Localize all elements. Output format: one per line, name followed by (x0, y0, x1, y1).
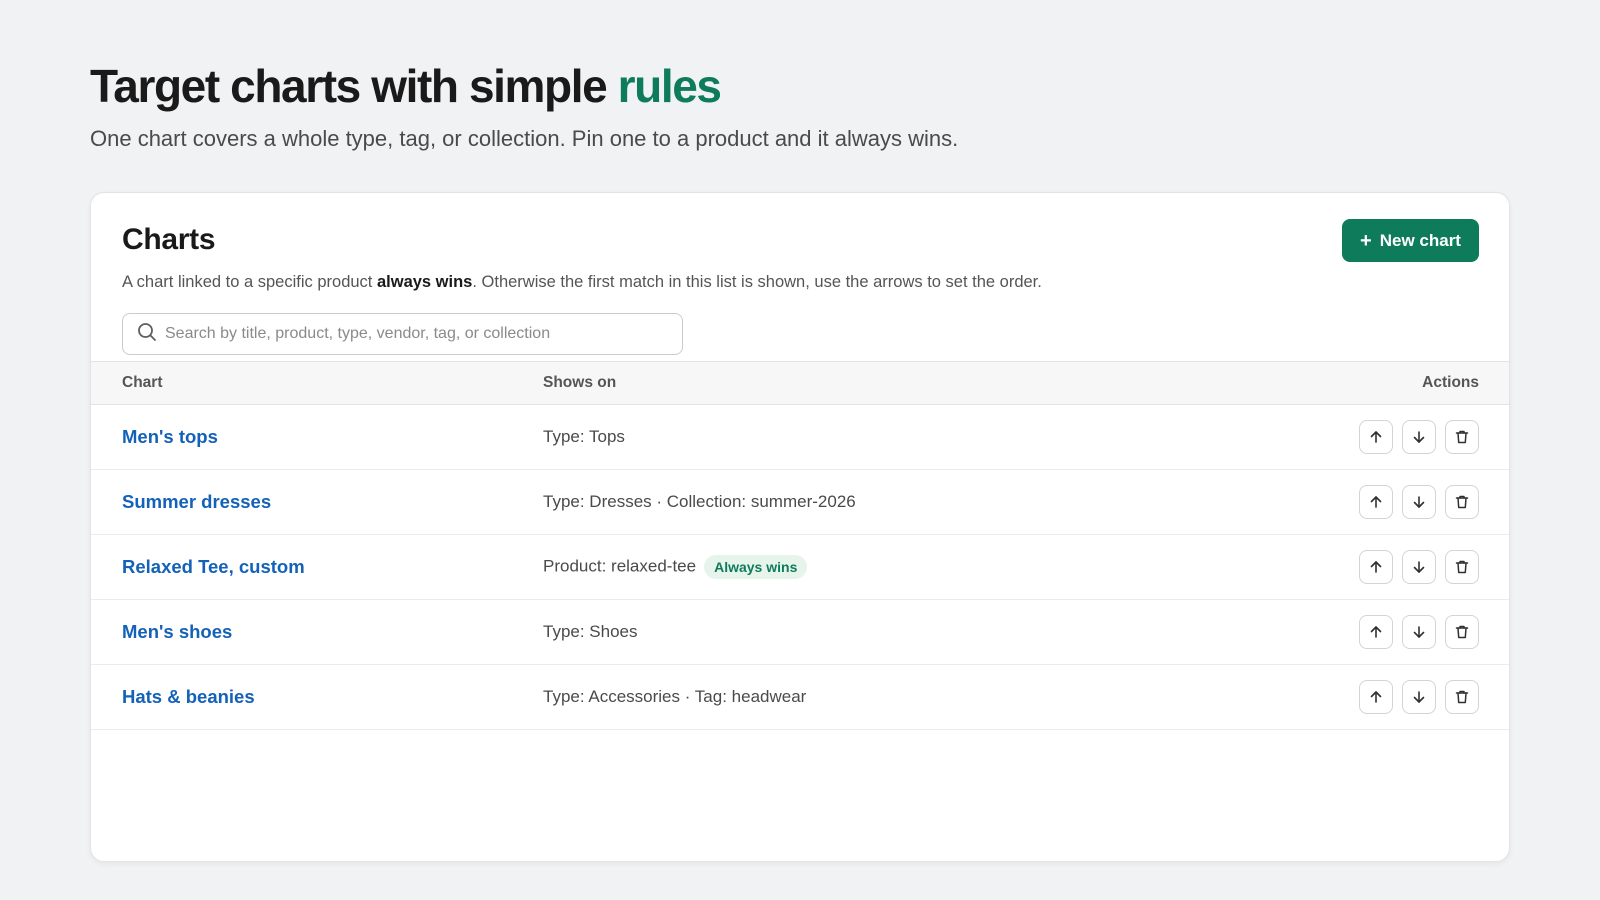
card-desc-after: . Otherwise the first match in this list… (472, 273, 1042, 291)
table-row: Men's tops Type: Tops (91, 405, 1509, 470)
delete-button[interactable] (1445, 615, 1479, 649)
search-field[interactable] (122, 313, 683, 355)
arrow-down-icon (1411, 559, 1427, 575)
plus-icon: + (1360, 229, 1372, 252)
move-up-button[interactable] (1359, 550, 1393, 584)
row-actions (1359, 615, 1479, 649)
chart-name-cell: Men's tops (91, 405, 543, 470)
chart-link[interactable]: Relaxed Tee, custom (122, 556, 305, 577)
actions-cell (1196, 600, 1509, 665)
chart-link[interactable]: Summer dresses (122, 491, 271, 512)
table-body: Men's tops Type: Tops Summer dresses Typ… (91, 405, 1509, 730)
search-input[interactable] (165, 315, 682, 353)
chart-link[interactable]: Men's shoes (122, 621, 232, 642)
chart-link[interactable]: Men's tops (122, 426, 218, 447)
arrow-up-icon (1368, 689, 1384, 705)
chart-name-cell: Men's shoes (91, 600, 543, 665)
move-up-button[interactable] (1359, 420, 1393, 454)
new-chart-button[interactable]: + New chart (1342, 219, 1479, 262)
column-header-shows-on: Shows on (543, 361, 1196, 405)
always-wins-badge: Always wins (704, 555, 808, 579)
shows-on-text: Type: Dresses · Collection: summer-2026 (543, 492, 856, 511)
arrow-down-icon (1411, 429, 1427, 445)
actions-cell (1196, 665, 1509, 730)
arrow-down-icon (1411, 494, 1427, 510)
shows-on-cell: Product: relaxed-tee Always wins (543, 535, 1196, 600)
column-header-chart: Chart (91, 361, 543, 405)
delete-button[interactable] (1445, 680, 1479, 714)
move-down-button[interactable] (1402, 550, 1436, 584)
chart-name-cell: Hats & beanies (91, 665, 543, 730)
card-description: A chart linked to a specific product alw… (122, 273, 1042, 292)
chart-name-cell: Summer dresses (91, 470, 543, 535)
arrow-up-icon (1368, 494, 1384, 510)
search-icon (137, 322, 157, 347)
table-header-row: Chart Shows on Actions (91, 361, 1509, 405)
table-row: Hats & beanies Type: Accessories · Tag: … (91, 665, 1509, 730)
move-up-button[interactable] (1359, 680, 1393, 714)
delete-button[interactable] (1445, 485, 1479, 519)
actions-cell (1196, 405, 1509, 470)
chart-name-cell: Relaxed Tee, custom (91, 535, 543, 600)
page-subtitle: One chart covers a whole type, tag, or c… (90, 126, 959, 151)
move-down-button[interactable] (1402, 420, 1436, 454)
shows-on-text: Type: Tops (543, 427, 625, 446)
new-chart-label: New chart (1379, 230, 1461, 250)
charts-table: Chart Shows on Actions Men's tops Type: … (91, 361, 1509, 730)
row-actions (1359, 680, 1479, 714)
arrow-up-icon (1368, 559, 1384, 575)
arrow-up-icon (1368, 624, 1384, 640)
table-row: Men's shoes Type: Shoes (91, 600, 1509, 665)
move-down-button[interactable] (1402, 485, 1436, 519)
shows-on-cell: Type: Accessories · Tag: headwear (543, 665, 1196, 730)
charts-card: Charts A chart linked to a specific prod… (90, 192, 1510, 862)
move-up-button[interactable] (1359, 615, 1393, 649)
actions-cell (1196, 535, 1509, 600)
delete-button[interactable] (1445, 550, 1479, 584)
shows-on-cell: Type: Tops (543, 405, 1196, 470)
arrow-down-icon (1411, 689, 1427, 705)
column-header-actions: Actions (1195, 361, 1509, 405)
table-row: Relaxed Tee, custom Product: relaxed-tee… (91, 535, 1509, 600)
move-down-button[interactable] (1402, 615, 1436, 649)
shows-on-text: Type: Shoes (543, 622, 638, 641)
move-up-button[interactable] (1359, 485, 1393, 519)
chart-link[interactable]: Hats & beanies (122, 686, 255, 707)
arrow-up-icon (1368, 429, 1384, 445)
trash-icon (1454, 429, 1470, 445)
shows-on-cell: Type: Dresses · Collection: summer-2026 (543, 470, 1196, 535)
page-title: Target charts with simple rules (90, 58, 958, 114)
page-title-accent: rules (617, 60, 722, 112)
row-actions (1359, 420, 1479, 454)
trash-icon (1454, 494, 1470, 510)
actions-cell (1196, 470, 1509, 535)
card-header: Charts A chart linked to a specific prod… (91, 193, 1509, 361)
hero: Target charts with simple rules One char… (90, 58, 958, 154)
trash-icon (1454, 624, 1470, 640)
row-actions (1359, 485, 1479, 519)
delete-button[interactable] (1445, 420, 1479, 454)
card-title: Charts (122, 223, 216, 256)
move-down-button[interactable] (1402, 680, 1436, 714)
table-row: Summer dresses Type: Dresses · Collectio… (91, 470, 1509, 535)
arrow-down-icon (1411, 624, 1427, 640)
shows-on-cell: Type: Shoes (543, 600, 1196, 665)
shows-on-text: Product: relaxed-tee (543, 556, 697, 576)
trash-icon (1454, 559, 1470, 575)
row-actions (1359, 550, 1479, 584)
card-desc-before: A chart linked to a specific product (122, 273, 377, 291)
trash-icon (1454, 689, 1470, 705)
card-desc-bold: always wins (376, 273, 473, 291)
page-title-main: Target charts with simple (90, 60, 618, 112)
shows-on-text: Type: Accessories · Tag: headwear (543, 687, 807, 706)
